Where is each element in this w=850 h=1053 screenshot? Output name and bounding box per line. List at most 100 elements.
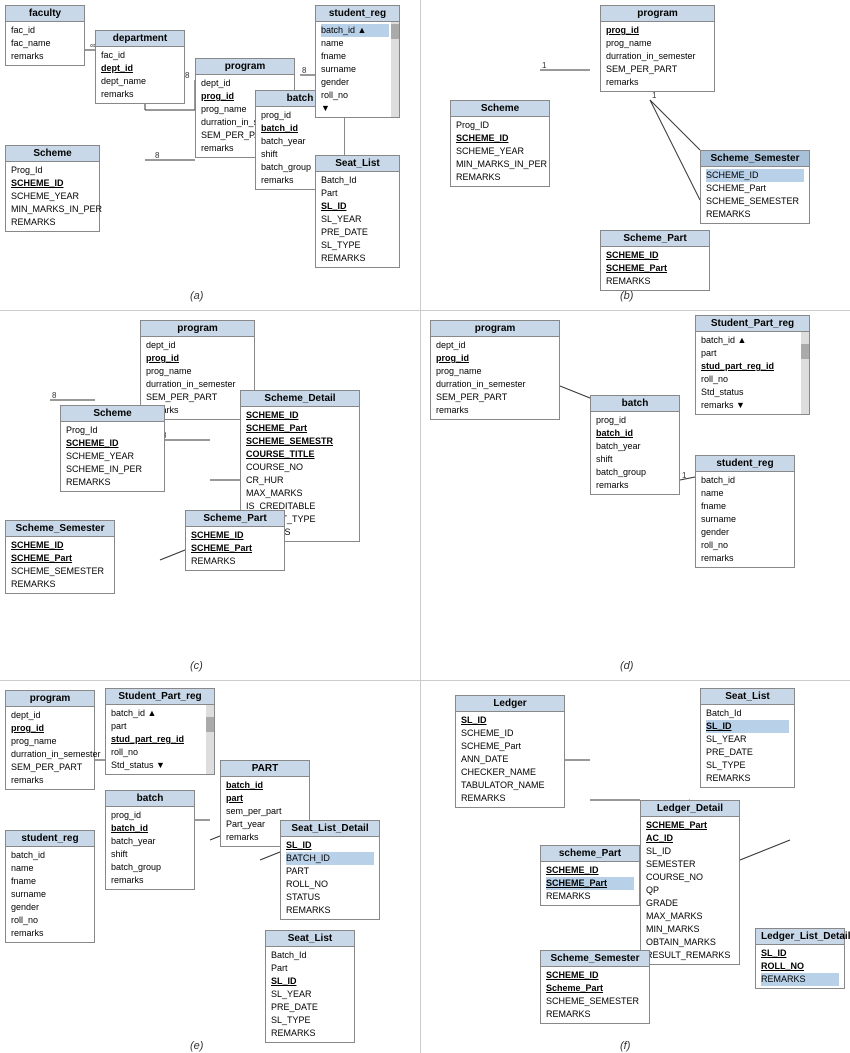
field-ss-rem-b: REMARKS: [706, 208, 804, 221]
table-seat-list-a-header: Seat_List: [316, 156, 399, 172]
field-sch-min-c: SCHEME_IN_PER: [66, 463, 159, 476]
field-batch-year-e: batch_year: [111, 835, 189, 848]
field-prog-rem-d: remarks: [436, 404, 554, 417]
svg-text:1: 1: [652, 91, 657, 100]
field-ld-co-f: COURSE_NO: [646, 871, 734, 884]
table-scheme-part-c: Scheme_Part SCHEME_ID SCHEME_Part REMARK…: [185, 510, 285, 571]
table-seat-list-detail-e: Seat_List_Detail SL_ID BATCH_ID PART ROL…: [280, 820, 380, 920]
field-sl-batch-f: Batch_Id: [706, 707, 789, 720]
field-dept-remarks: remarks: [101, 88, 179, 101]
field-ledger-rem-f: REMARKS: [461, 792, 559, 805]
field-sld-batch-e: BATCH_ID: [286, 852, 374, 865]
field-sr-batch-id-a: batch_id ▲: [321, 24, 389, 37]
field-spr-roll-e: roll_no: [111, 746, 204, 759]
field-prog-dur-b: durration_in_semester: [606, 50, 709, 63]
table-program-e-header: program: [6, 691, 94, 707]
field-ld-grade-f: GRADE: [646, 897, 734, 910]
field-ld-gp-f: QP: [646, 884, 734, 897]
field-sr-gender-e: gender: [11, 901, 89, 914]
field-prog-id-c: prog_id: [146, 352, 249, 365]
table-seat-list-a: Seat_List Batch_Id Part SL_ID SL_YEAR PR…: [315, 155, 400, 268]
field-prog-dept-e: dept_id: [11, 709, 89, 722]
field-sch-rem-a: REMARKS: [11, 216, 94, 229]
field-sch-prog-c: Prog_Id: [66, 424, 159, 437]
field-dept-fac-id: fac_id: [101, 49, 179, 62]
field-batch-group-d: batch_group: [596, 466, 674, 479]
field-prog-rem-b: remarks: [606, 76, 709, 89]
field-sd-id-c: SCHEME_ID: [246, 409, 354, 422]
field-sl-batch-e: Batch_Id: [271, 949, 349, 962]
field-prog-dur-e: durration_in_semester: [11, 748, 89, 761]
field-sp-rem-b: REMARKS: [606, 275, 704, 288]
table-ledger-f-header: Ledger: [456, 696, 564, 712]
table-ledger-detail-f-header: Ledger_Detail: [641, 801, 739, 817]
field-ss-id-c: SCHEME_ID: [11, 539, 109, 552]
field-ld-result-f: RESULT_REMARKS: [646, 949, 734, 962]
field-sch-min-b: MIN_MARKS_IN_PER: [456, 158, 544, 171]
svg-text:8: 8: [302, 66, 307, 75]
field-batch-rem-e: remarks: [111, 874, 189, 887]
table-program-e: program dept_id prog_id prog_name durrat…: [5, 690, 95, 790]
field-sp-rem-f: REMARKS: [546, 890, 634, 903]
field-sp-id-f: SCHEME_ID: [546, 864, 634, 877]
table-program-b-header: program: [601, 6, 714, 22]
field-sch-rem-b: REMARKS: [456, 171, 544, 184]
field-sl-id-e: SL_ID: [271, 975, 349, 988]
field-sp-id-c: SCHEME_ID: [191, 529, 279, 542]
table-scheme-part-c-header: Scheme_Part: [186, 511, 284, 527]
table-scheme-semester-b-header: Scheme_Semester: [701, 151, 809, 167]
field-sl-id-a: SL_ID: [321, 200, 394, 213]
field-ss-sem-b: SCHEME_SEMESTER: [706, 195, 804, 208]
field-spr-id-e: stud_part_reg_id: [111, 733, 204, 746]
table-scheme-part-f: scheme_Part SCHEME_ID SCHEME_Part REMARK…: [540, 845, 640, 906]
field-sld-part-e: PART: [286, 865, 374, 878]
table-scheme-part-b: Scheme_Part SCHEME_ID SCHEME_Part REMARK…: [600, 230, 710, 291]
field-sd-title-c: COURSE_TITLE: [246, 448, 354, 461]
table-program-b: program prog_id prog_name durration_in_s…: [600, 5, 715, 92]
field-sl-type-e: SL_TYPE: [271, 1014, 349, 1027]
table-batch-e: batch prog_id batch_id batch_year shift …: [105, 790, 195, 890]
field-dept-name: dept_name: [101, 75, 179, 88]
svg-text:1: 1: [542, 61, 547, 70]
field-prog-name-c: prog_name: [146, 365, 249, 378]
section-f-label: (f): [620, 1040, 630, 1052]
field-spr-status-e: Std_status ▼: [111, 759, 204, 772]
field-prog-name-d: prog_name: [436, 365, 554, 378]
field-batch-id-d: batch_id: [596, 427, 674, 440]
field-ss-part-c: SCHEME_Part: [11, 552, 109, 565]
field-ss-part-f: Scheme_Part: [546, 982, 644, 995]
v-divider: [420, 0, 421, 1053]
field-sl-part-a: Part: [321, 187, 394, 200]
field-sr-roll-e: roll_no: [11, 914, 89, 927]
field-sr-surname-d: surname: [701, 513, 789, 526]
field-part-part-e: part: [226, 792, 304, 805]
field-ledger-checker-f: CHECKER_NAME: [461, 766, 559, 779]
field-sr-roll-a: roll_no: [321, 89, 389, 102]
field-fac-name: fac_name: [11, 37, 79, 50]
field-sl-year-f: SL_YEAR: [706, 733, 789, 746]
field-ss-sem-f: SCHEME_SEMESTER: [546, 995, 644, 1008]
field-sch-id-b: SCHEME_ID: [456, 132, 544, 145]
diagram-container: ∞ 8 8 8 8 8 1 1 8 8 8 8 1: [0, 0, 850, 1053]
field-sr-more-a: ▼: [321, 102, 389, 115]
section-d-label: (d): [620, 660, 633, 672]
field-spr-batch-e: batch_id ▲: [111, 707, 204, 720]
field-ld-sl2-f: SL_ID: [646, 845, 734, 858]
field-sd-no-c: COURSE_NO: [246, 461, 354, 474]
section-a-label: (a): [190, 290, 203, 302]
field-sr-fname-e: fname: [11, 875, 89, 888]
table-scheme-a: Scheme Prog_Id SCHEME_ID SCHEME_YEAR MIN…: [5, 145, 100, 232]
field-part-sem-e: sem_per_part: [226, 805, 304, 818]
section-c-label: (c): [190, 660, 203, 672]
field-sr-surname-a: surname: [321, 63, 389, 76]
field-sch-year-c: SCHEME_YEAR: [66, 450, 159, 463]
field-sl-predate-e: PRE_DATE: [271, 1001, 349, 1014]
field-prog-name-b: prog_name: [606, 37, 709, 50]
field-part-batch-e: batch_id: [226, 779, 304, 792]
field-sr-name-d: name: [701, 487, 789, 500]
table-seat-list-e: Seat_List Batch_Id Part SL_ID SL_YEAR PR…: [265, 930, 355, 1043]
field-ld-ac-f: AC_ID: [646, 832, 734, 845]
svg-text:8: 8: [185, 71, 190, 80]
table-faculty-header: faculty: [6, 6, 84, 22]
table-scheme-b: Scheme Prog_ID SCHEME_ID SCHEME_YEAR MIN…: [450, 100, 550, 187]
